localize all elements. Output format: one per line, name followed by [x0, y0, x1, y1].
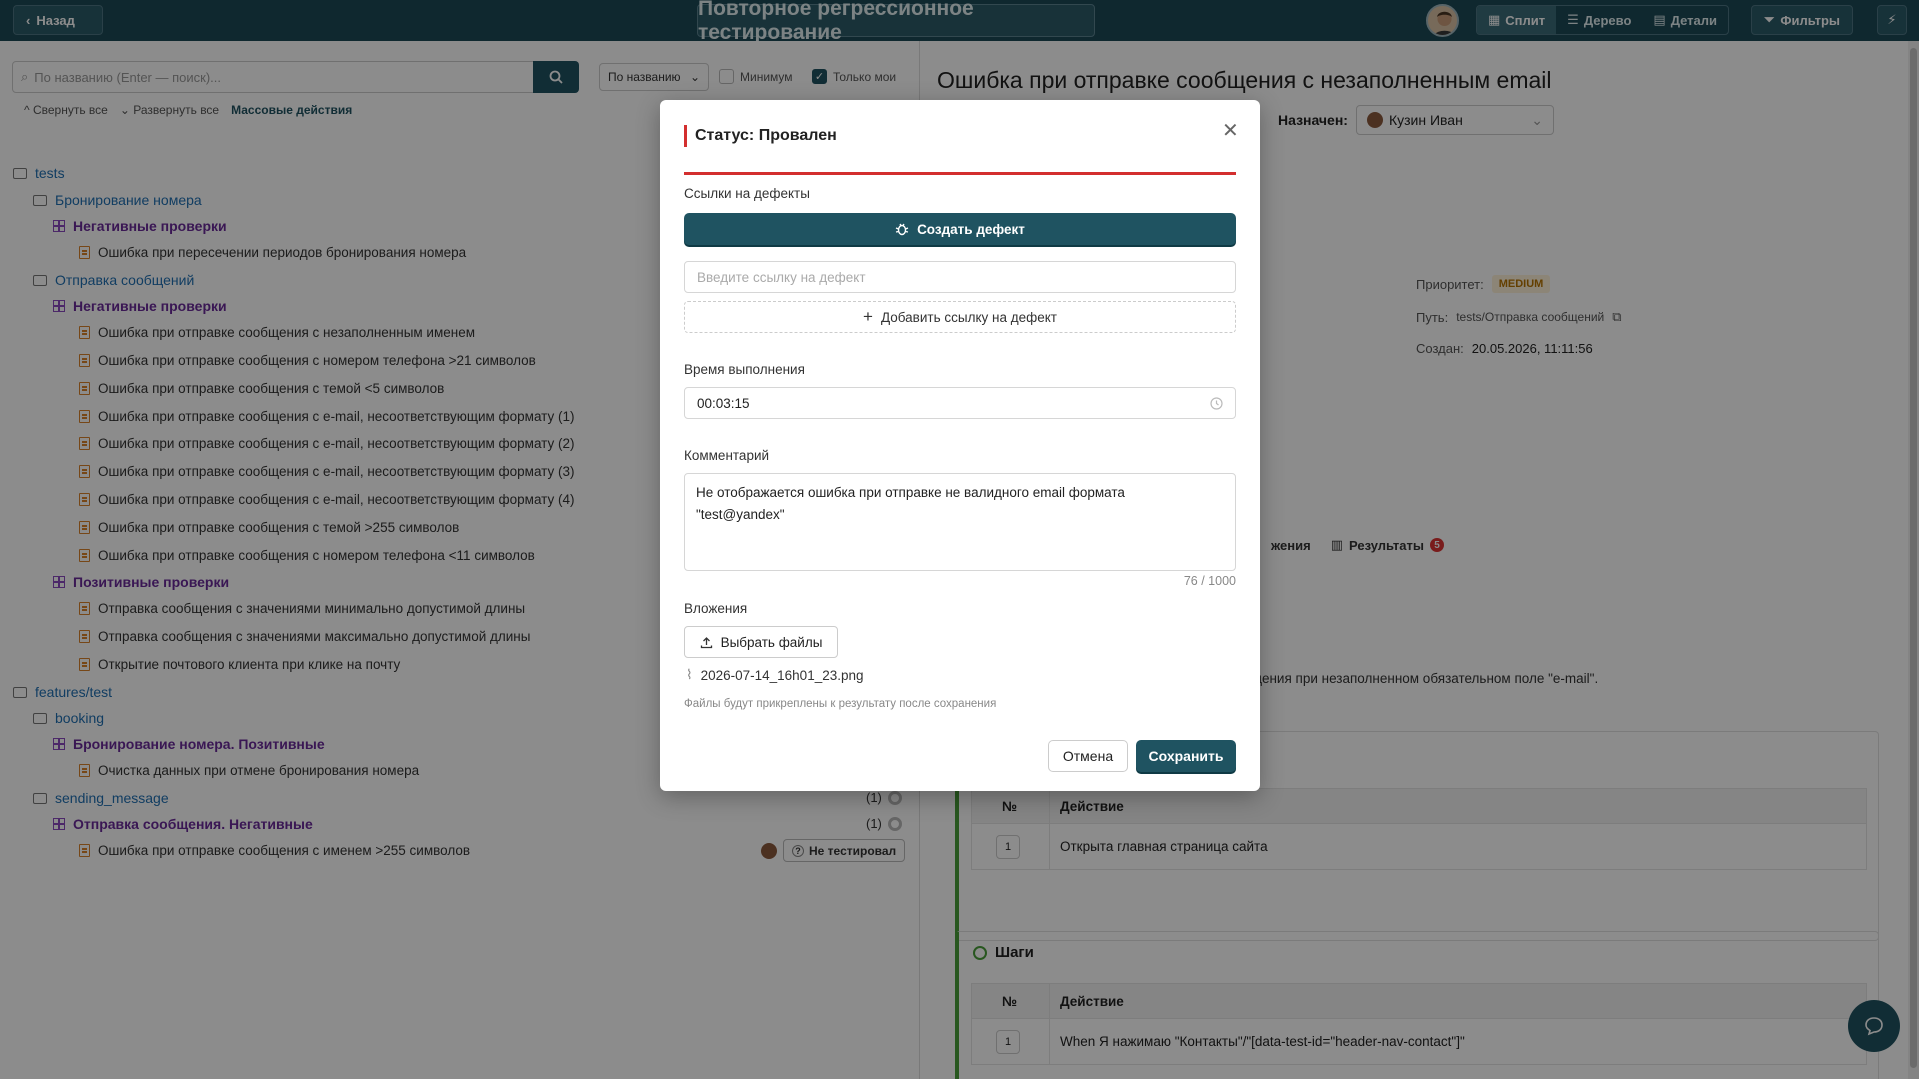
files-hint: Файлы будут прикреплены к результату пос…	[684, 698, 997, 710]
close-icon[interactable]: ✕	[1222, 118, 1239, 143]
defect-link-input[interactable]: Введите ссылку на дефект	[684, 261, 1236, 293]
execution-time-input[interactable]: 00:03:15	[684, 387, 1236, 419]
status-heading: Статус: Провален	[684, 125, 837, 147]
char-counter: 76 / 1000	[1183, 574, 1236, 588]
status-text: Статус: Провален	[695, 127, 837, 144]
status-divider	[684, 172, 1236, 175]
bug-icon	[895, 223, 909, 236]
paperclip-icon: ⌇	[686, 667, 693, 682]
upload-icon	[700, 636, 712, 648]
attachment-name: 2026-07-14_16h01_23.png	[700, 667, 864, 683]
result-modal: Статус: Провален ✕ Ссылки на дефекты Соз…	[660, 100, 1260, 791]
add-defect-link-label: Добавить ссылку на дефект	[880, 309, 1057, 325]
plus-icon: +	[863, 307, 873, 326]
choose-files-button[interactable]: Выбрать файлы	[684, 626, 838, 658]
defects-label: Ссылки на дефекты	[684, 186, 810, 201]
comment-label: Комментарий	[684, 448, 770, 463]
add-defect-link-button[interactable]: + Добавить ссылку на дефект	[684, 301, 1236, 333]
choose-files-label: Выбрать файлы	[720, 634, 823, 650]
cancel-button[interactable]: Отмена	[1048, 740, 1128, 772]
create-defect-label: Создать дефект	[917, 221, 1025, 237]
save-button[interactable]: Сохранить	[1136, 740, 1236, 772]
time-value: 00:03:15	[697, 395, 750, 411]
attachments-label: Вложения	[684, 601, 748, 616]
time-label: Время выполнения	[684, 362, 805, 377]
comment-textarea[interactable]: Не отображается ошибка при отправке не в…	[684, 473, 1236, 571]
attachment-item[interactable]: ⌇ 2026-07-14_16h01_23.png	[686, 667, 864, 683]
status-indicator	[684, 125, 687, 147]
clock-icon	[1210, 396, 1223, 410]
create-defect-button[interactable]: Создать дефект	[684, 213, 1236, 245]
